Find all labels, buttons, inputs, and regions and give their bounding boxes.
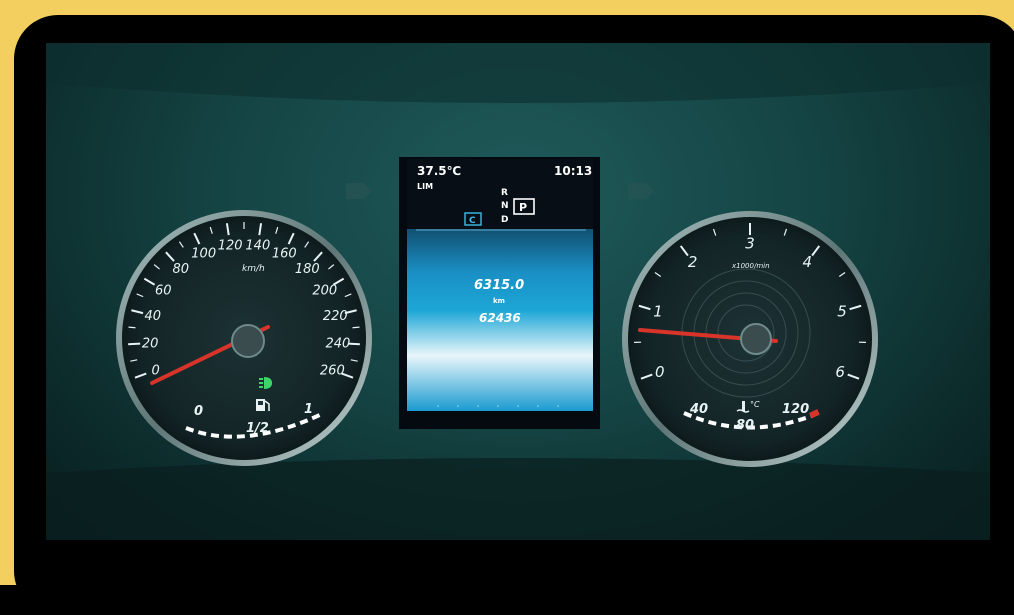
outside-temperature: 37.5℃	[417, 164, 461, 178]
temp-unit: °C	[750, 400, 760, 409]
speed-label: 0	[152, 364, 160, 379]
speed-label: 80	[172, 262, 189, 277]
speed-label: 140	[245, 239, 270, 254]
gear-d: D	[501, 215, 508, 225]
rpm-label: 0	[655, 363, 665, 381]
speed-unit-label: km/h	[242, 264, 265, 274]
fuel-label-full: 1	[304, 402, 313, 417]
fuel-label-empty: 0	[194, 404, 203, 419]
odometer: 62436	[479, 311, 521, 325]
speedometer-hub	[232, 325, 264, 357]
speed-label: 240	[325, 337, 350, 352]
speed-label: 200	[312, 283, 337, 298]
speed-label: 220	[323, 309, 348, 324]
temp-label-80: 80	[736, 418, 754, 433]
speed-label: 20	[142, 337, 159, 352]
rpm-label: 2	[688, 253, 698, 271]
rpm-label: 4	[803, 253, 813, 271]
speedometer: 0 20 40 6080100120140160180 200 220 240 260 km/…	[116, 210, 372, 466]
speed-label: 60	[155, 283, 172, 298]
temp-label-120: 120	[782, 402, 809, 417]
temp-label-40: 40	[689, 402, 708, 417]
headlight-indicator-icon	[259, 377, 272, 389]
fuel-label-half: 1/2	[246, 421, 269, 436]
rpm-unit-label: x1000/min	[731, 262, 770, 270]
distance-unit: km	[493, 297, 505, 305]
speed-tick	[353, 327, 360, 328]
dashboard-photo: 020406080100120140160180200220240260 km/…	[46, 43, 990, 540]
rpm-label: 1	[653, 303, 663, 321]
speed-tick	[129, 327, 136, 328]
rpm-label: 3	[745, 234, 755, 252]
speed-tick	[128, 344, 140, 345]
speed-label: 40	[144, 309, 161, 324]
speed-label: 260	[320, 364, 345, 379]
rpm-label: 6	[835, 363, 845, 381]
rpm-label: 5	[837, 303, 847, 321]
gear-selected: P	[519, 201, 527, 214]
gear-r: R	[501, 188, 508, 198]
tachometer: 0 1 2 3 4 5 6 x1000/min 40 80 120 °C	[622, 211, 878, 467]
gear-n: N	[501, 201, 509, 211]
speed-label: 160	[272, 247, 297, 262]
speed-label: 120	[218, 239, 243, 254]
speed-label: 180	[295, 262, 320, 277]
clock-time: 10:13	[554, 164, 592, 178]
trip-value: 6315.0	[474, 278, 524, 293]
limiter-mode: LIM	[417, 182, 433, 191]
speed-label: 100	[191, 247, 216, 262]
center-display: 37.5℃ 10:13 LIM R N D P C 6315.0 km 6243…	[399, 157, 600, 429]
drive-program: C	[469, 216, 476, 226]
tachometer-hub	[741, 324, 771, 354]
